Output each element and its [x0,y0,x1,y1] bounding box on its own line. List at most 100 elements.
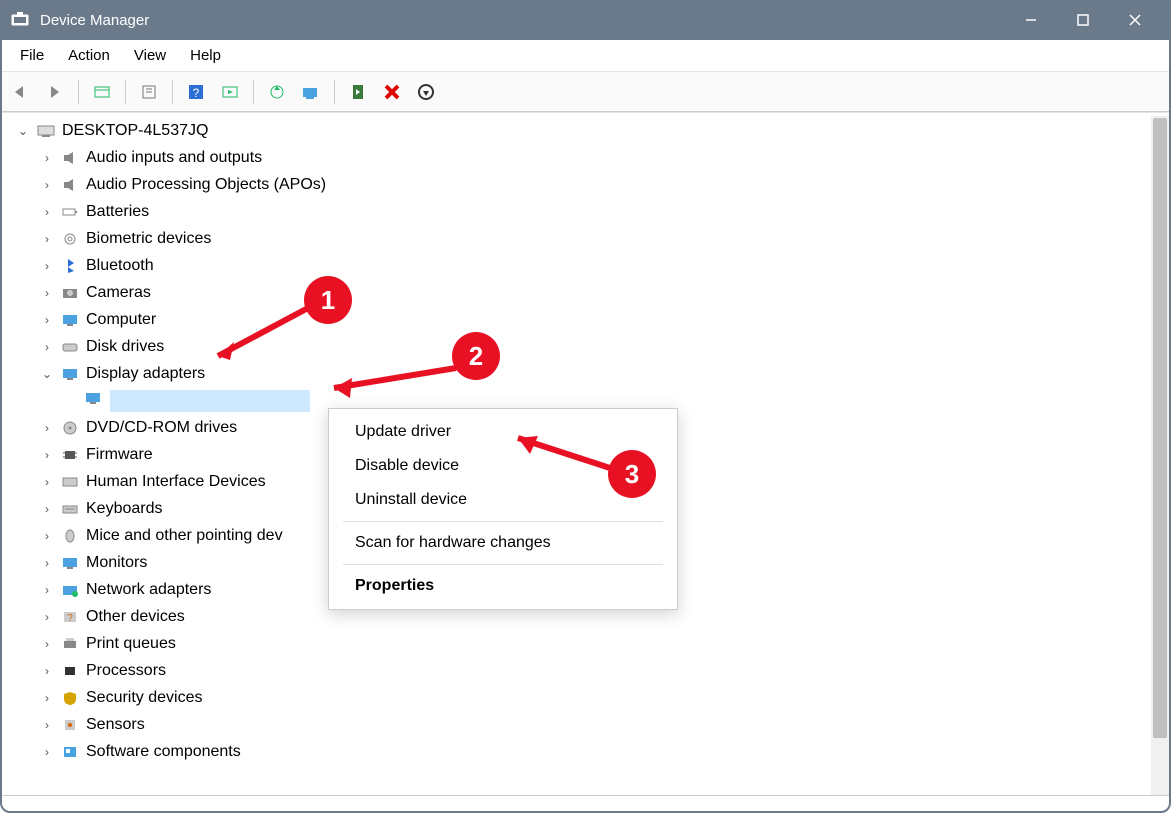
category-node[interactable]: › Processors [40,657,1171,684]
category-label: Print queues [86,635,176,653]
fingerprint-icon [60,230,80,248]
category-node[interactable]: › Biometric devices [40,225,1171,252]
menu-help[interactable]: Help [178,43,233,68]
chevron-right-icon[interactable]: › [40,556,54,570]
device-manager-icon [10,11,30,29]
software-icon [60,743,80,761]
monitor-icon [60,311,80,329]
computer-icon [36,122,56,140]
scrollbar-thumb[interactable] [1153,118,1167,738]
category-node[interactable]: › Batteries [40,198,1171,225]
category-node[interactable]: › Audio inputs and outputs [40,144,1171,171]
status-bar [0,795,1171,813]
show-hidden-button[interactable] [87,77,117,107]
chevron-right-icon[interactable]: › [40,178,54,192]
menu-action[interactable]: Action [56,43,122,68]
printer-icon [60,635,80,653]
category-node[interactable]: › Security devices [40,684,1171,711]
annotation-arrow-2 [316,360,466,405]
category-node[interactable]: › Print queues [40,630,1171,657]
enable-device-button[interactable] [343,77,373,107]
chevron-right-icon[interactable]: › [40,502,54,516]
svg-text:?: ? [193,86,200,100]
category-label: Biometric devices [86,230,211,248]
chevron-right-icon[interactable]: › [40,664,54,678]
scan-hardware-button[interactable] [296,77,326,107]
category-node[interactable]: › Sensors [40,711,1171,738]
category-label: Security devices [86,689,203,707]
back-button[interactable] [6,77,36,107]
question-icon: ? [60,608,80,626]
chevron-right-icon[interactable]: › [40,286,54,300]
action-button[interactable] [215,77,245,107]
category-label: Batteries [86,203,149,221]
category-node[interactable]: › Audio Processing Objects (APOs) [40,171,1171,198]
chevron-right-icon[interactable]: › [40,313,54,327]
help-button[interactable]: ? [181,77,211,107]
chevron-right-icon[interactable]: › [40,232,54,246]
chevron-right-icon[interactable]: › [40,610,54,624]
category-label: Audio inputs and outputs [86,149,262,167]
monitor-icon [60,554,80,572]
forward-button[interactable] [40,77,70,107]
chevron-right-icon[interactable]: › [40,718,54,732]
maximize-button[interactable] [1057,0,1109,40]
chevron-right-icon[interactable]: › [40,475,54,489]
menu-bar: File Action View Help [0,40,1171,72]
toolbar-separator [334,80,335,104]
category-node[interactable]: › Software components [40,738,1171,765]
chevron-right-icon[interactable]: › [40,421,54,435]
uninstall-device-button[interactable] [377,77,407,107]
menu-view[interactable]: View [122,43,178,68]
close-button[interactable] [1109,0,1161,40]
chevron-right-icon[interactable]: › [40,745,54,759]
category-label: Network adapters [86,581,211,599]
context-properties[interactable]: Properties [329,569,677,603]
chip-icon [60,446,80,464]
root-label: DESKTOP-4L537JQ [62,122,208,140]
vertical-scrollbar[interactable] [1151,116,1169,796]
disable-device-button[interactable] [411,77,441,107]
category-label: Software components [86,743,241,761]
context-scan-hardware[interactable]: Scan for hardware changes [329,526,677,560]
chevron-right-icon[interactable]: › [40,583,54,597]
chevron-right-icon[interactable]: › [40,151,54,165]
bluetooth-icon [60,257,80,275]
category-label: Audio Processing Objects (APOs) [86,176,326,194]
category-label: Processors [86,662,166,680]
minimize-button[interactable] [1005,0,1057,40]
camera-icon [60,284,80,302]
category-label: Cameras [86,284,151,302]
monitor-icon [60,365,80,383]
properties-button[interactable] [134,77,164,107]
category-label: Human Interface Devices [86,473,266,491]
cpu-icon [60,662,80,680]
toolbar-separator [253,80,254,104]
menu-file[interactable]: File [8,43,56,68]
chevron-right-icon[interactable]: › [40,340,54,354]
chevron-down-icon[interactable]: ⌄ [40,367,54,381]
root-node[interactable]: ⌄ DESKTOP-4L537JQ [16,117,1171,144]
chevron-right-icon[interactable]: › [40,448,54,462]
chevron-down-icon[interactable]: ⌄ [16,124,30,138]
category-label: Computer [86,311,156,329]
window-title: Device Manager [40,12,1005,29]
chevron-right-icon[interactable]: › [40,637,54,651]
chevron-right-icon[interactable]: › [40,205,54,219]
hid-icon [60,473,80,491]
disk-icon [60,338,80,356]
chevron-right-icon[interactable]: › [40,259,54,273]
toolbar-separator [78,80,79,104]
chevron-right-icon[interactable]: › [40,691,54,705]
category-label: Bluetooth [86,257,154,275]
keyboard-icon [60,500,80,518]
battery-icon [60,203,80,221]
category-label: Mice and other pointing dev [86,527,283,545]
update-driver-button[interactable] [262,77,292,107]
selected-device-label [110,390,310,412]
chevron-right-icon[interactable]: › [40,529,54,543]
category-node[interactable]: › Bluetooth [40,252,1171,279]
speaker-icon [60,176,80,194]
category-label: Display adapters [86,365,205,383]
shield-icon [60,689,80,707]
